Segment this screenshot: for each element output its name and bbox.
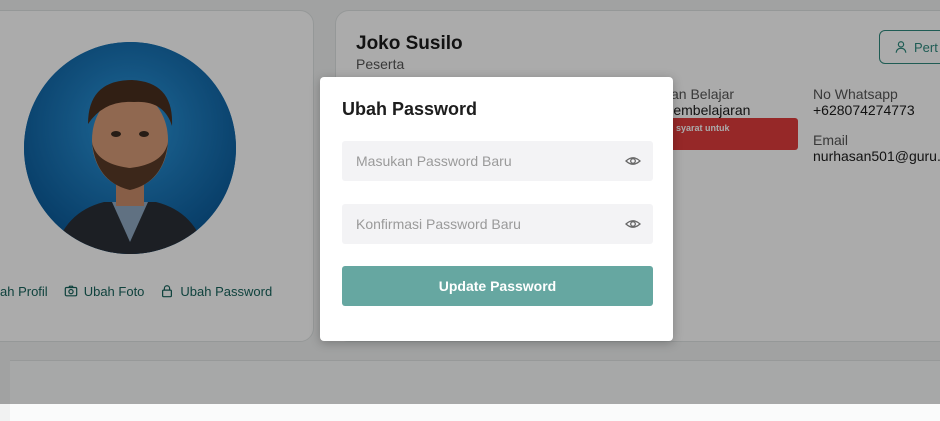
change-password-modal: Ubah Password Update Password [320, 77, 673, 341]
confirm-password-field [342, 204, 653, 244]
new-password-input[interactable] [354, 152, 625, 170]
modal-title: Ubah Password [342, 99, 478, 119]
new-password-field [342, 141, 653, 181]
eye-icon[interactable] [625, 153, 641, 169]
eye-icon[interactable] [625, 216, 641, 232]
confirm-password-input[interactable] [354, 215, 625, 233]
update-password-button[interactable]: Update Password [342, 266, 653, 306]
